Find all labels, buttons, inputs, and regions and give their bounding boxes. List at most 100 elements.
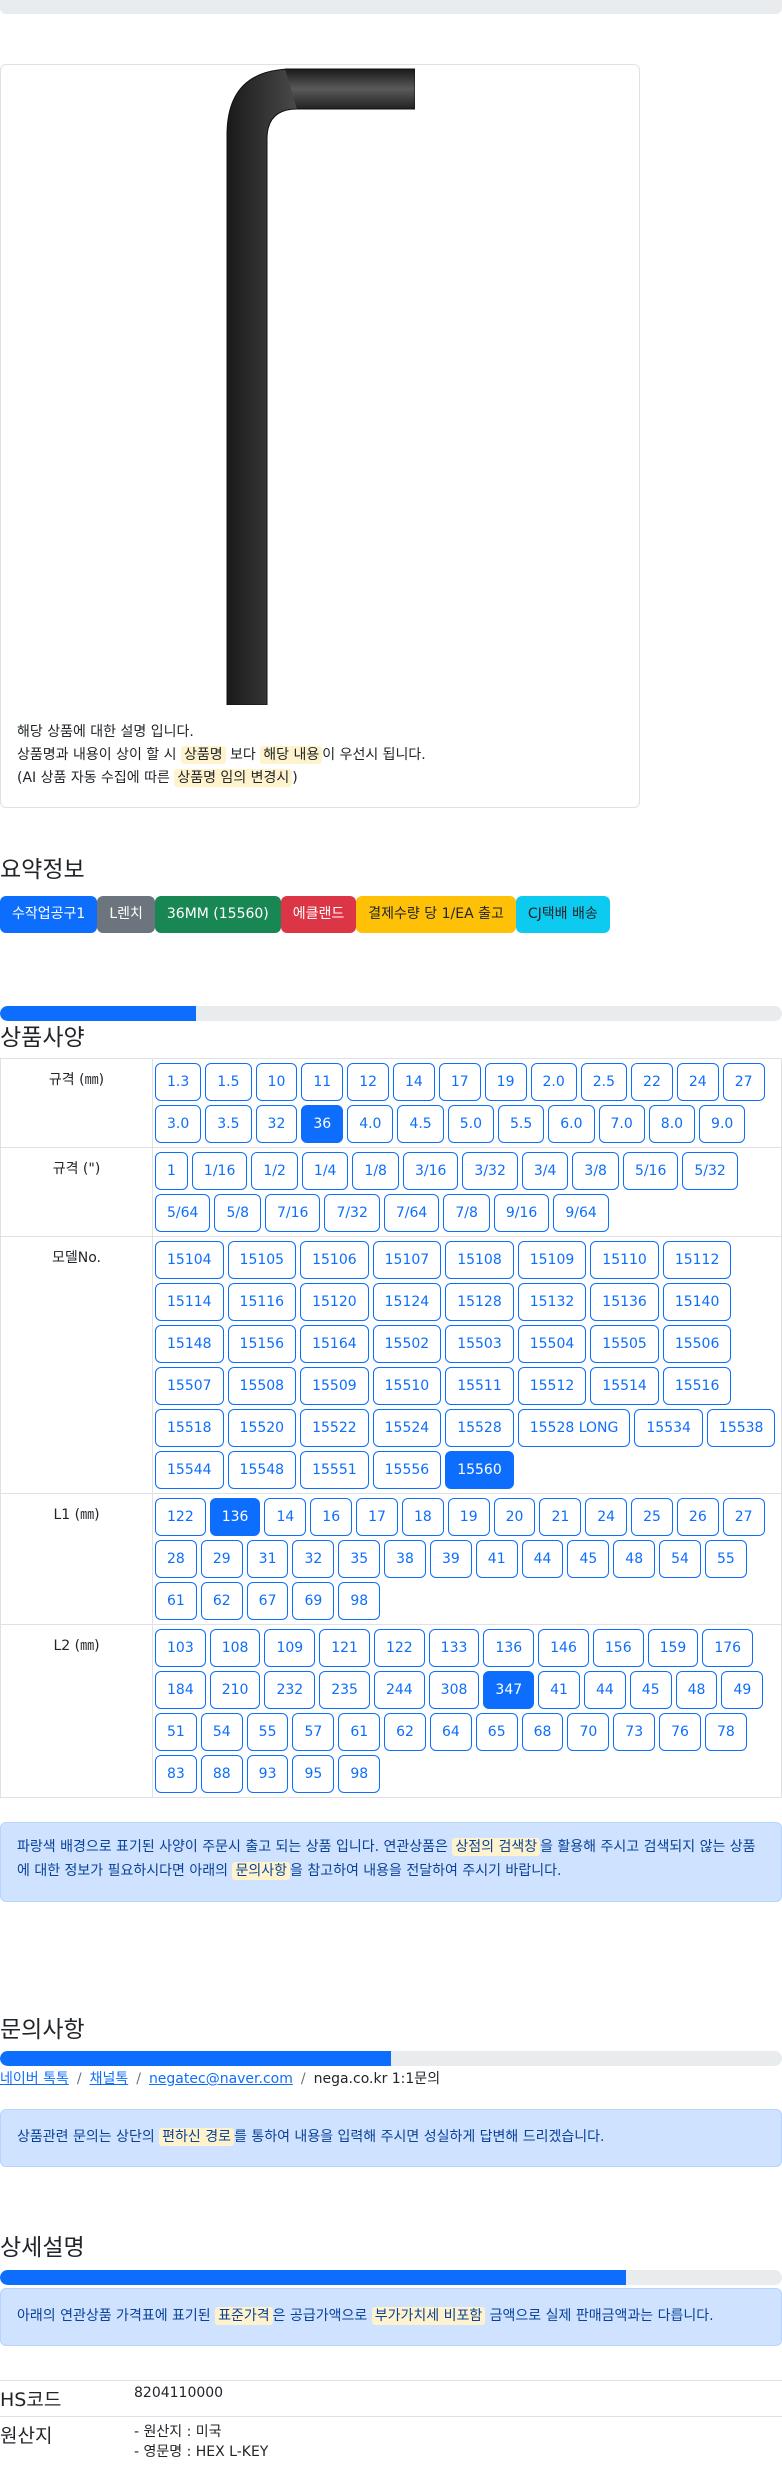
spec-option-button[interactable]: 45: [567, 1540, 610, 1578]
spec-option-button[interactable]: 27: [722, 1498, 765, 1536]
spec-option-button[interactable]: 122: [155, 1498, 206, 1536]
spec-option-button[interactable]: 8.0: [648, 1105, 696, 1143]
spec-option-button[interactable]: 5/8: [214, 1194, 261, 1232]
spec-option-button[interactable]: 133: [428, 1629, 480, 1667]
spec-option-button[interactable]: 7.0: [598, 1105, 645, 1143]
spec-option-button[interactable]: 15528 LONG: [517, 1409, 631, 1447]
spec-option-button[interactable]: 1.5: [205, 1063, 252, 1101]
spec-option-button[interactable]: 176: [702, 1629, 754, 1667]
spec-option-button[interactable]: 83: [155, 1755, 197, 1793]
spec-option-button[interactable]: 15503: [445, 1325, 514, 1363]
spec-option-button[interactable]: 15506: [662, 1325, 732, 1363]
email-link[interactable]: negatec@naver.com: [149, 2071, 293, 2087]
spec-option-button[interactable]: 14: [393, 1063, 435, 1101]
spec-option-button[interactable]: 159: [647, 1629, 699, 1667]
spec-option-button[interactable]: 15128: [445, 1283, 514, 1321]
spec-option-button[interactable]: 95: [292, 1755, 335, 1793]
spec-option-button[interactable]: 32: [255, 1105, 298, 1143]
spec-option-button[interactable]: 15508: [227, 1367, 297, 1405]
spec-option-button[interactable]: 61: [155, 1582, 197, 1620]
spec-option-button[interactable]: 69: [292, 1582, 335, 1620]
spec-option-button[interactable]: 24: [676, 1063, 719, 1101]
spec-option-button[interactable]: 109: [264, 1629, 316, 1667]
spec-option-button[interactable]: 146: [538, 1629, 589, 1667]
spec-option-button[interactable]: 18: [401, 1498, 444, 1536]
spec-option-button[interactable]: 41: [475, 1540, 518, 1578]
spec-option-button[interactable]: 1.3: [155, 1063, 202, 1101]
spec-option-button[interactable]: 121: [319, 1629, 370, 1667]
spec-option-button[interactable]: 55: [704, 1540, 747, 1578]
spec-option-button[interactable]: 3/4: [521, 1152, 569, 1190]
spec-option-button[interactable]: 38: [384, 1540, 426, 1578]
spec-option-button[interactable]: 14: [264, 1498, 307, 1536]
spec-option-button[interactable]: 15505: [590, 1325, 659, 1363]
spec-option-button[interactable]: 65: [475, 1713, 518, 1751]
spec-option-button[interactable]: 16: [310, 1498, 353, 1536]
spec-option-button[interactable]: 15556: [372, 1451, 442, 1489]
spec-option-button[interactable]: 3/16: [402, 1152, 459, 1190]
spec-option-button[interactable]: 15109: [517, 1241, 587, 1279]
spec-option-button[interactable]: 184: [155, 1671, 206, 1709]
spec-option-button[interactable]: 28: [155, 1540, 197, 1578]
spec-option-button[interactable]: 3.0: [155, 1105, 202, 1143]
spec-option-button[interactable]: 136: [209, 1498, 261, 1536]
spec-option-button[interactable]: 70: [567, 1713, 610, 1751]
spec-option-button[interactable]: 15104: [155, 1241, 224, 1279]
spec-option-button[interactable]: 1/16: [191, 1152, 248, 1190]
spec-option-button[interactable]: 35: [338, 1540, 381, 1578]
spec-option-button[interactable]: 15120: [300, 1283, 369, 1321]
spec-option-button[interactable]: 15560: [445, 1451, 514, 1489]
spec-option-button[interactable]: 210: [209, 1671, 261, 1709]
spec-option-button[interactable]: 62: [200, 1582, 243, 1620]
spec-option-button[interactable]: 1/8: [352, 1152, 399, 1190]
spec-option-button[interactable]: 3/8: [572, 1152, 619, 1190]
spec-option-button[interactable]: 15106: [300, 1241, 369, 1279]
spec-option-button[interactable]: 15108: [445, 1241, 514, 1279]
spec-option-button[interactable]: 54: [200, 1713, 243, 1751]
spec-option-button[interactable]: 9/16: [493, 1194, 550, 1232]
spec-option-button[interactable]: 3/32: [462, 1152, 518, 1190]
spec-option-button[interactable]: 15156: [227, 1325, 297, 1363]
spec-option-button[interactable]: 39: [429, 1540, 472, 1578]
spec-option-button[interactable]: 15136: [590, 1283, 659, 1321]
spec-option-button[interactable]: 15509: [300, 1367, 369, 1405]
spec-option-button[interactable]: 15538: [706, 1409, 776, 1447]
spec-option-button[interactable]: 5/16: [622, 1152, 679, 1190]
spec-option-button[interactable]: 15534: [634, 1409, 703, 1447]
spec-option-button[interactable]: 108: [209, 1629, 261, 1667]
spec-option-button[interactable]: 9/64: [553, 1194, 609, 1232]
spec-option-button[interactable]: 19: [447, 1498, 490, 1536]
spec-option-button[interactable]: 3.5: [205, 1105, 252, 1143]
spec-option-button[interactable]: 62: [384, 1713, 426, 1751]
spec-option-button[interactable]: 5/32: [682, 1152, 738, 1190]
spec-option-button[interactable]: 7/32: [324, 1194, 380, 1232]
spec-option-button[interactable]: 122: [373, 1629, 425, 1667]
spec-option-button[interactable]: 136: [483, 1629, 535, 1667]
spec-option-button[interactable]: 103: [155, 1629, 206, 1667]
spec-option-button[interactable]: 15132: [517, 1283, 587, 1321]
spec-option-button[interactable]: 11: [301, 1063, 344, 1101]
spec-option-button[interactable]: 15518: [155, 1409, 224, 1447]
spec-option-button[interactable]: 15140: [662, 1283, 732, 1321]
spec-option-button[interactable]: 12: [347, 1063, 390, 1101]
spec-option-button[interactable]: 15504: [517, 1325, 587, 1363]
spec-option-button[interactable]: 15548: [227, 1451, 297, 1489]
spec-option-button[interactable]: 15514: [590, 1367, 659, 1405]
spec-option-button[interactable]: 57: [292, 1713, 335, 1751]
spec-option-button[interactable]: 93: [246, 1755, 289, 1793]
spec-option-button[interactable]: 61: [338, 1713, 381, 1751]
spec-option-button[interactable]: 44: [521, 1540, 564, 1578]
spec-option-button[interactable]: 31: [246, 1540, 289, 1578]
spec-option-button[interactable]: 15512: [517, 1367, 587, 1405]
spec-option-button[interactable]: 98: [338, 1755, 381, 1793]
spec-option-button[interactable]: 5/64: [155, 1194, 211, 1232]
spec-option-button[interactable]: 15502: [372, 1325, 442, 1363]
spec-option-button[interactable]: 41: [538, 1671, 580, 1709]
spec-option-button[interactable]: 45: [629, 1671, 672, 1709]
spec-option-button[interactable]: 88: [200, 1755, 243, 1793]
spec-option-button[interactable]: 49: [721, 1671, 764, 1709]
spec-option-button[interactable]: 232: [264, 1671, 316, 1709]
spec-option-button[interactable]: 48: [675, 1671, 718, 1709]
spec-option-button[interactable]: 7/16: [264, 1194, 321, 1232]
spec-option-button[interactable]: 5.5: [497, 1105, 545, 1143]
